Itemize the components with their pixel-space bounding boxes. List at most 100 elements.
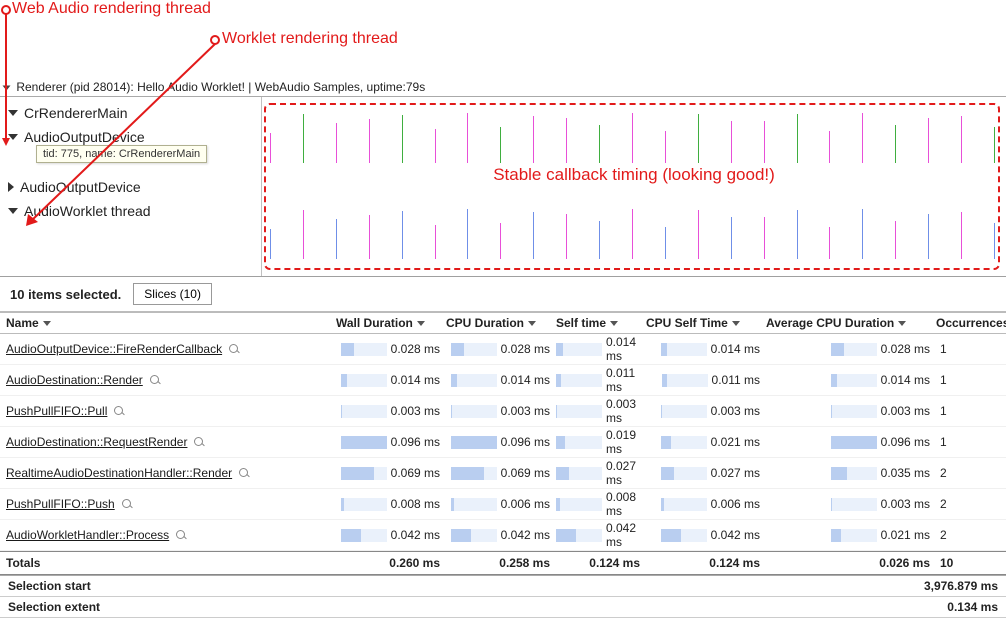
num-cell: 0.042 ms — [336, 528, 446, 542]
slice-link[interactable]: AudioOutputDevice::FireRenderCallback — [6, 342, 222, 356]
slices-table: Name Wall Duration CPU Duration Self tim… — [0, 312, 1006, 575]
num-cell: 0.006 ms — [446, 497, 556, 511]
row-occ: 2 — [936, 466, 1006, 480]
num-cell: 0.042 ms — [556, 521, 646, 549]
row-name: RealtimeAudioDestinationHandler::Render — [6, 466, 336, 480]
row-occ: 1 — [936, 373, 1006, 387]
totals-label: Totals — [6, 556, 336, 570]
slice-link[interactable]: AudioDestination::RequestRender — [6, 435, 187, 449]
totals-avg: 0.026 ms — [766, 556, 936, 570]
timeline-track-audiooutputdevice — [270, 111, 994, 163]
num-cell: 0.042 ms — [446, 528, 556, 542]
magnify-icon[interactable] — [175, 529, 187, 541]
thread-item-crrenderermain[interactable]: CrRendererMain — [6, 101, 261, 125]
row-occ: 1 — [936, 435, 1006, 449]
process-title: Renderer (pid 28014): Hello Audio Workle… — [16, 80, 425, 94]
slice-link[interactable]: PushPullFIFO::Pull — [6, 404, 107, 418]
thread-item-audiooutputdevice-2[interactable]: AudioOutputDevice — [6, 175, 261, 199]
slice-link[interactable]: AudioDestination::Render — [6, 373, 143, 387]
thread-label: CrRendererMain — [24, 105, 127, 121]
col-wall[interactable]: Wall Duration — [336, 316, 446, 330]
num-cell: 0.027 ms — [556, 459, 646, 487]
chevron-right-icon — [8, 182, 14, 192]
magnify-icon[interactable] — [121, 498, 133, 510]
num-cell: 0.096 ms — [336, 435, 446, 449]
thread-list: CrRendererMain AudioOutputDevice tid: 77… — [0, 97, 262, 276]
magnify-icon[interactable] — [193, 436, 205, 448]
slice-link[interactable]: AudioWorkletHandler::Process — [6, 528, 169, 542]
table-row[interactable]: AudioDestination::RequestRender0.096 ms0… — [0, 427, 1006, 458]
sort-icon — [732, 321, 740, 326]
col-name[interactable]: Name — [6, 316, 336, 330]
thread-label: AudioOutputDevice — [20, 179, 141, 195]
sort-icon — [898, 321, 906, 326]
row-occ: 2 — [936, 528, 1006, 542]
col-selftime[interactable]: Self time — [556, 316, 646, 330]
magnify-icon[interactable] — [113, 405, 125, 417]
num-cell: 0.027 ms — [646, 466, 766, 480]
row-name: AudioOutputDevice::FireRenderCallback — [6, 342, 336, 356]
magnify-icon[interactable] — [228, 343, 240, 355]
num-cell: 0.003 ms — [336, 404, 446, 418]
totals-cpu: 0.258 ms — [446, 556, 556, 570]
num-cell: 0.035 ms — [766, 466, 936, 480]
row-name: AudioDestination::RequestRender — [6, 435, 336, 449]
selection-start-label: Selection start — [8, 579, 91, 593]
table-row[interactable]: RealtimeAudioDestinationHandler::Render 0… — [0, 458, 1006, 489]
totals-occ: 10 — [936, 556, 1006, 570]
table-row[interactable]: PushPullFIFO::Push0.008 ms0.006 ms0.008 … — [0, 489, 1006, 520]
num-cell: 0.096 ms — [766, 435, 936, 449]
chevron-down-icon — [8, 208, 18, 214]
chevron-down-icon — [8, 110, 18, 116]
tooltip: tid: 775, name: CrRendererMain — [36, 145, 207, 163]
totals-cpuself: 0.124 ms — [646, 556, 766, 570]
num-cell: 0.019 ms — [556, 428, 646, 456]
table-row[interactable]: AudioOutputDevice::FireRenderCallback 0.0… — [0, 334, 1006, 365]
row-occ: 1 — [936, 342, 1006, 356]
magnify-icon[interactable] — [149, 374, 161, 386]
timeline-track-audioworklet — [270, 207, 994, 259]
table-row[interactable]: PushPullFIFO::Pull0.003 ms0.003 ms0.003 … — [0, 396, 1006, 427]
selection-start-value: 3,976.879 ms — [924, 579, 998, 593]
sort-icon — [610, 321, 618, 326]
num-cell: 0.096 ms — [446, 435, 556, 449]
col-cpu[interactable]: CPU Duration — [446, 316, 556, 330]
col-occ[interactable]: Occurrences — [936, 316, 1006, 330]
num-cell: 0.042 ms — [646, 528, 766, 542]
row-occ: 1 — [936, 404, 1006, 418]
sort-icon — [528, 321, 536, 326]
num-cell: 0.003 ms — [556, 397, 646, 425]
row-name: PushPullFIFO::Pull — [6, 404, 336, 418]
slice-link[interactable]: PushPullFIFO::Push — [6, 497, 115, 511]
num-cell: 0.021 ms — [646, 435, 766, 449]
table-row[interactable]: AudioWorkletHandler::Process0.042 ms0.04… — [0, 520, 1006, 551]
col-avgcpu[interactable]: Average CPU Duration — [766, 316, 936, 330]
selection-extent-row: Selection extent 0.134 ms — [0, 597, 1006, 618]
num-cell: 0.014 ms — [646, 342, 766, 356]
magnify-icon[interactable] — [238, 467, 250, 479]
thread-label: AudioOutputDevice — [24, 129, 145, 145]
num-cell: 0.021 ms — [766, 528, 936, 542]
totals-self: 0.124 ms — [556, 556, 646, 570]
num-cell: 0.069 ms — [336, 466, 446, 480]
row-name: PushPullFIFO::Push — [6, 497, 336, 511]
thread-item-audioworklet[interactable]: AudioWorklet thread — [6, 199, 261, 223]
row-occ: 2 — [936, 497, 1006, 511]
timeline-area[interactable]: Stable callback timing (looking good!) — [262, 97, 1006, 276]
num-cell: 0.069 ms — [446, 466, 556, 480]
items-selected-label: 10 items selected. — [10, 287, 121, 302]
slices-button[interactable]: Slices (10) — [133, 283, 212, 305]
thread-pane: CrRendererMain AudioOutputDevice tid: 77… — [0, 97, 1006, 277]
col-cpuself[interactable]: CPU Self Time — [646, 316, 766, 330]
num-cell: 0.008 ms — [336, 497, 446, 511]
num-cell: 0.003 ms — [446, 404, 556, 418]
sort-icon — [417, 321, 425, 326]
num-cell: 0.014 ms — [556, 335, 646, 363]
row-name: AudioWorkletHandler::Process — [6, 528, 336, 542]
chevron-down-icon — [3, 85, 11, 90]
slice-link[interactable]: RealtimeAudioDestinationHandler::Render — [6, 466, 232, 480]
table-row[interactable]: AudioDestination::Render0.014 ms0.014 ms… — [0, 365, 1006, 396]
row-name: AudioDestination::Render — [6, 373, 336, 387]
process-header[interactable]: Renderer (pid 28014): Hello Audio Workle… — [0, 78, 1006, 97]
num-cell: 0.011 ms — [556, 366, 646, 394]
